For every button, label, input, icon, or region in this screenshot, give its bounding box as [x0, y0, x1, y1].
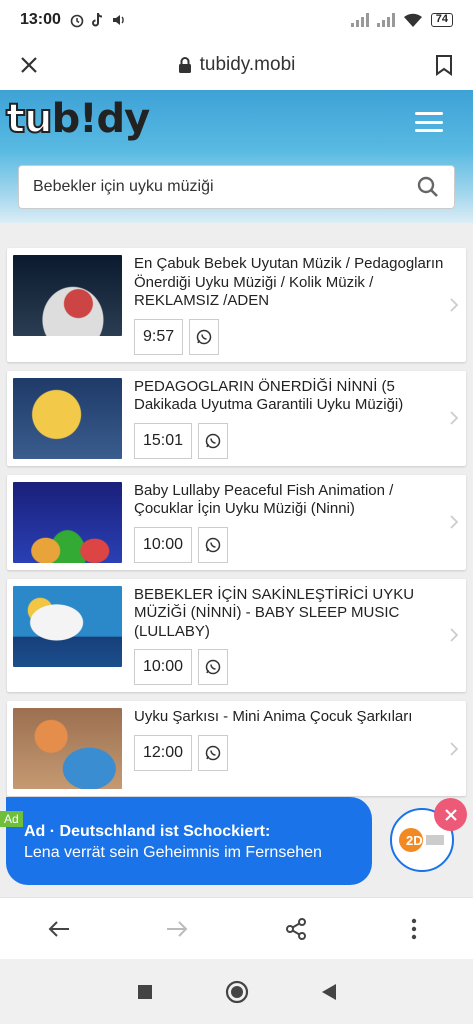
hamburger-menu-button[interactable]: [415, 112, 443, 132]
video-title[interactable]: Baby Lullaby Peaceful Fish Animation / Ç…: [134, 482, 444, 519]
more-vertical-icon: [411, 918, 417, 939]
video-thumbnail[interactable]: [13, 481, 122, 563]
video-duration[interactable]: 10:00: [134, 526, 193, 563]
search-icon[interactable]: [416, 175, 440, 199]
whatsapp-icon: [205, 537, 221, 552]
results-list: En Çabuk Bebek Uyutan Müzik / Pedagoglar…: [7, 248, 466, 805]
video-thumbnail[interactable]: [13, 585, 122, 667]
battery-indicator: 74: [430, 13, 453, 27]
forward-button[interactable]: [147, 904, 207, 954]
svg-text:2D: 2D: [406, 833, 423, 848]
back-triangle-icon[interactable]: [321, 983, 337, 1001]
result-card[interactable]: Baby Lullaby Peaceful Fish Animation / Ç…: [7, 474, 466, 570]
site-logo[interactable]: tub!dy: [5, 95, 150, 143]
tiktok-icon: [91, 12, 102, 27]
whatsapp-icon: [196, 329, 212, 344]
whatsapp-icon: [205, 659, 221, 675]
whatsapp-icon: [205, 433, 221, 448]
whatsapp-share-button[interactable]: [198, 649, 229, 685]
chevron-right-icon: [450, 515, 459, 529]
signal-icon-2: [376, 13, 395, 27]
address-bar[interactable]: tubidy.mobi: [58, 54, 415, 76]
chevron-right-icon: [450, 411, 459, 425]
close-tab-button[interactable]: [0, 55, 58, 75]
browser-toolbar: tubidy.mobi: [0, 40, 473, 90]
video-title[interactable]: Uyku Şarkısı - Mini Anima Çocuk Şarkılar…: [134, 708, 444, 727]
ad-close-button[interactable]: [434, 798, 467, 831]
close-icon: [444, 808, 457, 821]
whatsapp-icon: [205, 745, 221, 760]
signal-icon: [350, 13, 369, 27]
video-duration[interactable]: 9:57: [134, 318, 184, 355]
status-time: 13:00: [20, 11, 61, 28]
more-options-button[interactable]: [384, 904, 444, 954]
bookmark-icon: [436, 55, 452, 76]
arrow-right-icon: [167, 920, 188, 937]
ad-banner[interactable]: Ad Ad · Deutschland ist Schockiert: Lena…: [0, 797, 372, 885]
menu-icon-bar: [415, 129, 443, 132]
chevron-right-icon: [450, 628, 459, 642]
home-circle-icon[interactable]: [225, 980, 249, 1004]
ad-subtitle[interactable]: Lena verrät sein Geheimnis im Fernsehen: [24, 844, 360, 862]
ad-tag: Ad: [0, 811, 23, 827]
whatsapp-share-button[interactable]: [198, 422, 229, 459]
result-card[interactable]: En Çabuk Bebek Uyutan Müzik / Pedagoglar…: [7, 248, 466, 362]
menu-icon-bar: [415, 112, 443, 115]
system-nav-bar: [0, 959, 473, 1024]
result-card[interactable]: BEBEKLER İÇİN SAKİNLEŞTİRİCİ UYKU MÜZİĞİ…: [7, 578, 466, 692]
result-card[interactable]: PEDAGOGLARIN ÖNERDİĞİ NİNNİ (5 Dakikada …: [7, 370, 466, 466]
volume-icon: [112, 15, 124, 25]
whatsapp-share-button[interactable]: [198, 734, 229, 771]
url-text: tubidy.mobi: [199, 54, 296, 75]
search-box: [18, 165, 455, 209]
video-title[interactable]: En Çabuk Bebek Uyutan Müzik / Pedagoglar…: [134, 255, 444, 311]
chevron-right-icon: [450, 741, 459, 756]
search-input[interactable]: [33, 178, 416, 196]
video-title[interactable]: PEDAGOGLARIN ÖNERDİĞİ NİNNİ (5 Dakikada …: [134, 378, 444, 415]
lock-icon: [178, 57, 191, 73]
video-thumbnail[interactable]: [13, 255, 122, 336]
share-button[interactable]: [266, 904, 326, 954]
share-icon: [285, 917, 306, 940]
wifi-icon: [403, 13, 422, 27]
whatsapp-share-button[interactable]: [198, 526, 229, 563]
ad-title[interactable]: Ad · Deutschland ist Schockiert:: [24, 823, 360, 841]
video-duration[interactable]: 10:00: [134, 649, 193, 685]
status-bar: 13:00 74: [0, 0, 473, 40]
video-thumbnail[interactable]: [13, 708, 122, 789]
result-card[interactable]: Uyku Şarkısı - Mini Anima Çocuk Şarkılar…: [7, 701, 466, 796]
close-icon: [21, 57, 37, 73]
recents-square-icon[interactable]: [137, 984, 153, 1000]
arrow-left-icon: [48, 920, 70, 937]
video-duration[interactable]: 15:01: [134, 422, 193, 459]
video-thumbnail[interactable]: [13, 377, 122, 459]
whatsapp-share-button[interactable]: [189, 318, 220, 355]
zdf-logo-icon: 2D: [399, 828, 444, 852]
chevron-right-icon: [450, 298, 459, 312]
menu-icon-bar: [415, 120, 443, 124]
back-button[interactable]: [29, 904, 89, 954]
bookmark-button[interactable]: [415, 54, 473, 76]
video-duration[interactable]: 12:00: [134, 734, 193, 771]
video-title[interactable]: BEBEKLER İÇİN SAKİNLEŞTİRİCİ UYKU MÜZİĞİ…: [134, 586, 444, 642]
site-header: tub!dy: [0, 90, 473, 223]
browser-bottom-nav: [0, 897, 473, 959]
alarm-icon: [70, 14, 84, 28]
